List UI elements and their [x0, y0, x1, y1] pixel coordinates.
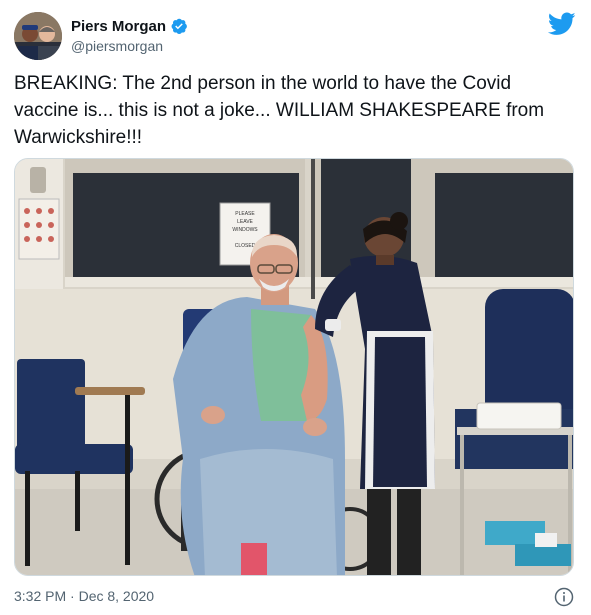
tweet-timestamp[interactable]: 3:32 PM · Dec 8, 2020	[14, 588, 154, 604]
author-handle[interactable]: @piersmorgan	[71, 38, 163, 54]
author-name-row[interactable]: Piers Morgan	[71, 16, 188, 36]
info-icon[interactable]	[554, 587, 574, 607]
display-name[interactable]: Piers Morgan	[71, 18, 166, 35]
twitter-bird-icon[interactable]	[547, 12, 576, 36]
svg-text:WINDOWS: WINDOWS	[232, 227, 258, 233]
svg-text:LEAVE: LEAVE	[237, 219, 253, 225]
tweet-photo[interactable]: PLEASE LEAVE WINDOWS CLOSED	[14, 158, 574, 576]
tweet-card: Piers Morgan @piersmorgan BREAKING: The …	[0, 0, 591, 615]
svg-text:PLEASE: PLEASE	[235, 211, 255, 217]
photo-hospital-vaccination: PLEASE LEAVE WINDOWS CLOSED	[15, 159, 573, 575]
svg-text:CLOSED: CLOSED	[235, 243, 256, 249]
tweet-text: BREAKING: The 2nd person in the world to…	[14, 73, 545, 148]
avatar[interactable]	[14, 12, 62, 60]
avatar-photo	[14, 12, 62, 60]
verified-badge-icon	[170, 17, 188, 35]
